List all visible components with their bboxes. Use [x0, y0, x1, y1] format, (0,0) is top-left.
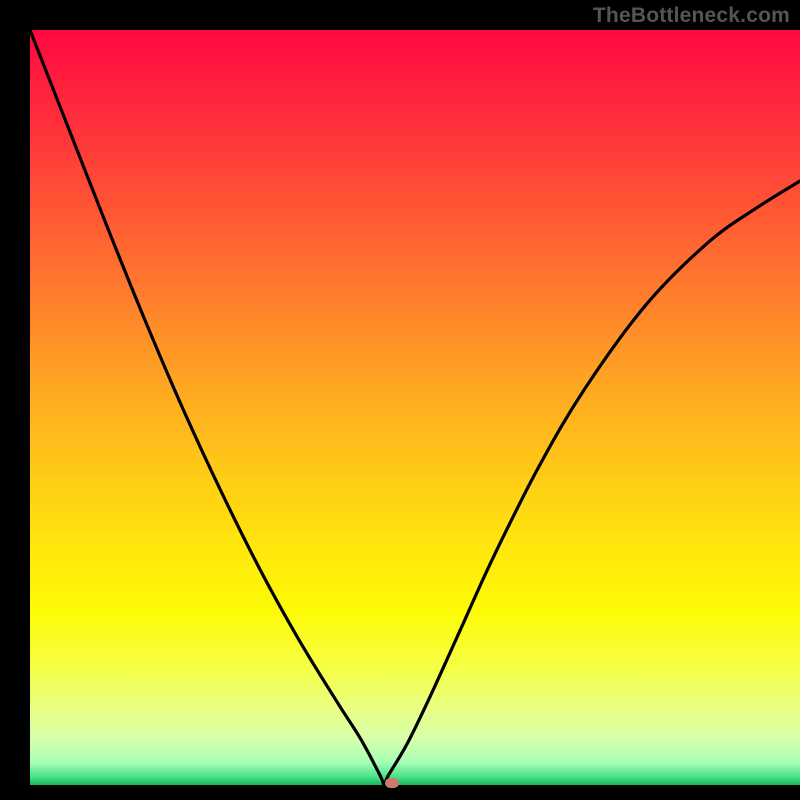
chart-frame: TheBottleneck.com	[0, 0, 800, 800]
watermark-text: TheBottleneck.com	[593, 4, 790, 28]
optimum-marker	[385, 778, 399, 788]
plot-area	[30, 30, 800, 785]
bottleneck-curve	[30, 30, 800, 785]
